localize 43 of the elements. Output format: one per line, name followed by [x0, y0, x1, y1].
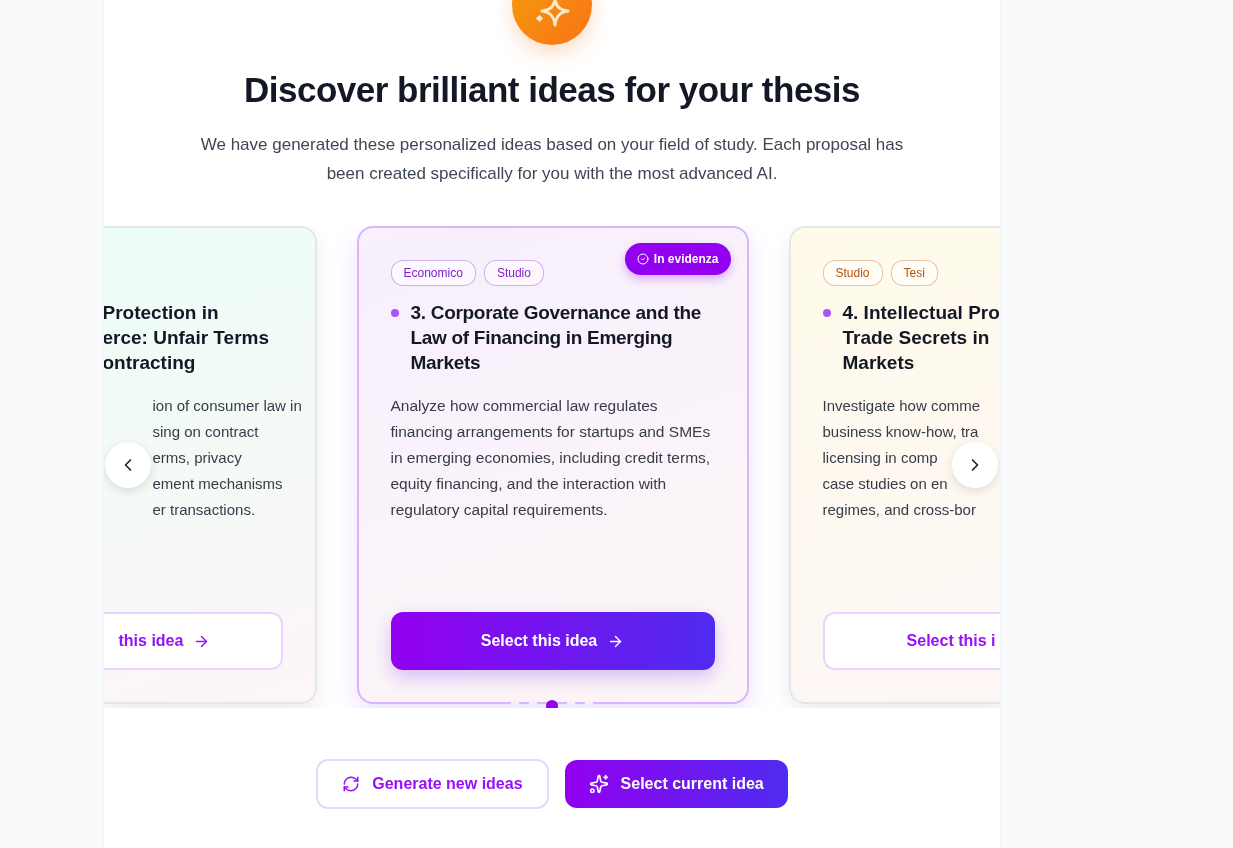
- tag: Economico: [390, 260, 476, 286]
- card-description: sing on contract: [152, 422, 259, 442]
- bullet-icon: [390, 309, 399, 317]
- refresh-icon: [342, 775, 361, 793]
- card-title: Protection in: [104, 301, 220, 325]
- check-icon: [636, 253, 649, 265]
- pagination-dot[interactable]: [584, 701, 594, 708]
- card-description: ement mechanisms: [152, 474, 283, 494]
- bullet-icon: [822, 309, 831, 317]
- select-current-button[interactable]: Select current idea: [564, 760, 788, 808]
- card-title: Markets: [842, 351, 916, 375]
- card-title: erce: Unfair Terms: [104, 326, 269, 350]
- tag: Studio: [822, 260, 883, 286]
- idea-card[interactable]: Protection in erce: Unfair Terms ontracting ion of consumer law in sing on contract erms, privacy ement mechanisms er transactions. this idea: [104, 226, 317, 704]
- card-title: 3. Corporate Governance and the Law of Financing in Emerging Markets: [410, 301, 703, 375]
- idea-card[interactable]: Studio Tesi 4. Intellectual Pro Trade Secrets in Markets Investigate how comme business know-how, tra licensing in comp case studies on en regimes, and cross-bor Select this i: [788, 226, 1000, 704]
- generate-button[interactable]: Generate new ideas: [316, 759, 549, 809]
- card-description: er transactions.: [152, 500, 256, 520]
- featured-badge: In evidenza: [624, 243, 731, 275]
- tag: Studio: [483, 260, 544, 286]
- card-description: erms, privacy: [152, 448, 242, 468]
- tag: Tesi: [890, 260, 938, 286]
- card-title: ontracting: [104, 351, 197, 375]
- select-idea-button[interactable]: Select this i: [822, 612, 1000, 670]
- card-description: ion of consumer law in: [152, 396, 302, 416]
- sparkle-icon: [588, 774, 609, 794]
- card-description: Investigate how comme: [822, 396, 981, 416]
- pagination-dot[interactable]: [566, 701, 576, 708]
- card-description: case studies on en: [822, 474, 948, 494]
- page-subtitle: We have generated these personalized ideas based on your field of study. Each proposal has been created specifically for you with the most advanced AI.: [199, 134, 905, 185]
- select-idea-button[interactable]: this idea: [104, 612, 283, 670]
- card-title: Trade Secrets in: [842, 326, 991, 350]
- card-description: business know-how, tra: [822, 422, 979, 442]
- page-heading: Discover brilliant ideas for your thesis: [243, 70, 860, 110]
- card-description: Analyze how commercial law regulates financing arrangements for startups and SMEs in emerging economies, including credit terms, equity financing, and the interaction with regulatory capital requirements.: [390, 396, 712, 520]
- sparkle-icon: [533, 0, 571, 27]
- card-description: licensing in comp: [822, 448, 938, 468]
- card-title: 4. Intellectual Pro: [842, 301, 1000, 325]
- select-idea-button[interactable]: Select this idea: [390, 612, 715, 670]
- pagination-dot[interactable]: [528, 701, 538, 708]
- pagination-dot[interactable]: [510, 701, 520, 708]
- card-description: regimes, and cross-bor: [822, 500, 976, 520]
- idea-card[interactable]: [356, 226, 749, 704]
